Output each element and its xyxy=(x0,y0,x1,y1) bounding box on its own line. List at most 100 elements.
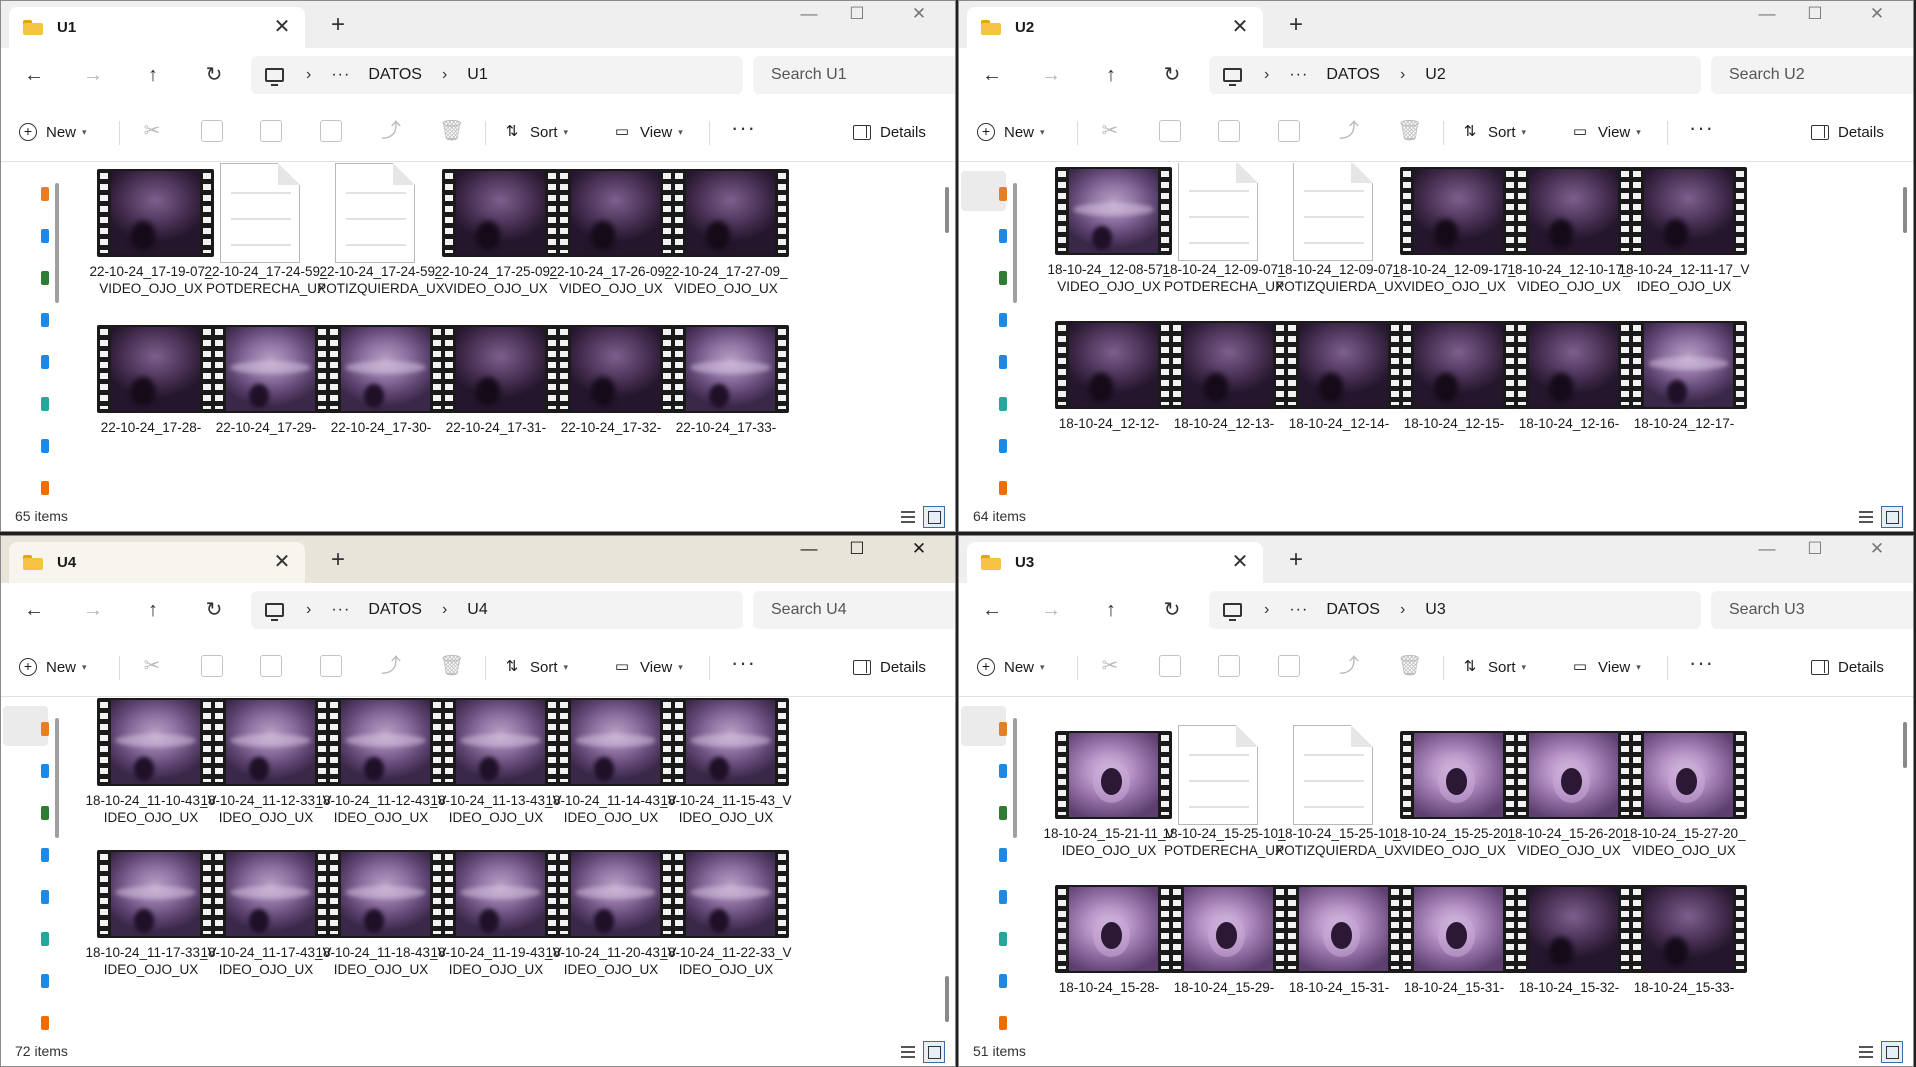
vertical-scrollbar[interactable] xyxy=(1903,187,1907,233)
breadcrumb-current-folder[interactable]: U1 xyxy=(467,66,487,84)
nav-item-icon[interactable] xyxy=(999,313,1007,327)
details-view-icon[interactable] xyxy=(901,1046,915,1058)
view-button[interactable]: ▭ View ▾ xyxy=(1571,653,1641,681)
nav-item-icon[interactable] xyxy=(41,848,49,862)
up-button[interactable]: ↑ xyxy=(137,60,169,90)
nav-item-icon[interactable] xyxy=(41,890,49,904)
new-tab-button[interactable]: + xyxy=(323,11,353,39)
share-button[interactable]: ⤴ xyxy=(380,120,402,142)
close-tab-icon[interactable]: ✕ xyxy=(1229,16,1251,38)
new-button[interactable]: + New ▾ xyxy=(19,118,87,146)
new-tab-button[interactable]: + xyxy=(1281,11,1311,39)
copy-button[interactable] xyxy=(1159,120,1181,142)
address-bar[interactable]: › ··· DATOS › U1 xyxy=(251,56,743,94)
nav-item-icon[interactable] xyxy=(999,397,1007,411)
rename-button[interactable] xyxy=(320,655,342,677)
delete-button[interactable]: 🗑 xyxy=(439,120,464,142)
forward-button[interactable]: → xyxy=(1035,595,1067,625)
maximize-button[interactable]: ☐ xyxy=(1791,536,1839,564)
details-button[interactable]: Details xyxy=(853,118,926,146)
see-more-button[interactable]: ··· xyxy=(731,650,756,676)
see-more-button[interactable]: ··· xyxy=(1689,650,1714,676)
breadcrumb-current-folder[interactable]: U3 xyxy=(1425,601,1445,619)
nav-item-icon[interactable] xyxy=(41,271,49,285)
details-button[interactable]: Details xyxy=(853,653,926,681)
nav-item-icon[interactable] xyxy=(41,187,49,201)
nav-item-icon[interactable] xyxy=(41,806,49,820)
refresh-button[interactable]: ↻ xyxy=(1156,60,1188,90)
nav-item-icon[interactable] xyxy=(999,806,1007,820)
nav-item-icon[interactable] xyxy=(41,1016,49,1030)
back-button[interactable]: ← xyxy=(976,595,1008,625)
nav-pane-scrollbar[interactable] xyxy=(1013,183,1017,303)
nav-pane-scrollbar[interactable] xyxy=(55,183,59,303)
details-button[interactable]: Details xyxy=(1811,118,1884,146)
back-button[interactable]: ← xyxy=(18,60,50,90)
nav-item-icon[interactable] xyxy=(41,229,49,243)
new-tab-button[interactable]: + xyxy=(1281,546,1311,574)
breadcrumb-current-folder[interactable]: U2 xyxy=(1425,66,1445,84)
close-tab-icon[interactable]: ✕ xyxy=(271,16,293,38)
nav-item-icon[interactable] xyxy=(41,397,49,411)
new-button[interactable]: + New ▾ xyxy=(977,118,1045,146)
more-path-button[interactable]: ··· xyxy=(1289,601,1308,619)
maximize-button[interactable]: ☐ xyxy=(1791,1,1839,29)
details-button[interactable]: Details xyxy=(1811,653,1884,681)
cut-button[interactable]: ✂ xyxy=(141,655,163,677)
vertical-scrollbar[interactable] xyxy=(1903,722,1907,768)
copy-button[interactable] xyxy=(201,120,223,142)
close-window-button[interactable]: ✕ xyxy=(1853,536,1901,564)
new-tab-button[interactable]: + xyxy=(323,546,353,574)
share-button[interactable]: ⤴ xyxy=(1338,120,1360,142)
cut-button[interactable]: ✂ xyxy=(1099,120,1121,142)
search-input[interactable]: Search U3 xyxy=(1711,591,1913,629)
maximize-button[interactable]: ☐ xyxy=(833,536,881,564)
view-button[interactable]: ▭ View ▾ xyxy=(1571,118,1641,146)
rename-button[interactable] xyxy=(1278,120,1300,142)
vertical-scrollbar[interactable] xyxy=(945,187,949,233)
more-path-button[interactable]: ··· xyxy=(331,601,350,619)
minimize-button[interactable]: — xyxy=(1743,536,1791,564)
rename-button[interactable] xyxy=(1278,655,1300,677)
sort-button[interactable]: ⇅ Sort ▾ xyxy=(1461,118,1526,146)
paste-button[interactable] xyxy=(260,120,282,142)
share-button[interactable]: ⤴ xyxy=(1338,655,1360,677)
breadcrumb-datos[interactable]: DATOS xyxy=(368,601,422,619)
details-view-icon[interactable] xyxy=(1859,511,1873,523)
view-button[interactable]: ▭ View ▾ xyxy=(613,118,683,146)
refresh-button[interactable]: ↻ xyxy=(198,595,230,625)
nav-item-icon[interactable] xyxy=(999,848,1007,862)
nav-pane-scrollbar[interactable] xyxy=(55,718,59,838)
sort-button[interactable]: ⇅ Sort ▾ xyxy=(503,118,568,146)
address-bar[interactable]: › ··· DATOS › U4 xyxy=(251,591,743,629)
new-button[interactable]: + New ▾ xyxy=(19,653,87,681)
tab-u2[interactable]: U2 ✕ xyxy=(967,7,1263,48)
refresh-button[interactable]: ↻ xyxy=(198,60,230,90)
forward-button[interactable]: → xyxy=(77,595,109,625)
up-button[interactable]: ↑ xyxy=(1095,60,1127,90)
forward-button[interactable]: → xyxy=(1035,60,1067,90)
large-icons-view-icon[interactable] xyxy=(1881,1041,1903,1063)
back-button[interactable]: ← xyxy=(976,60,1008,90)
nav-item-icon[interactable] xyxy=(999,764,1007,778)
paste-button[interactable] xyxy=(260,655,282,677)
breadcrumb-datos[interactable]: DATOS xyxy=(1326,601,1380,619)
nav-item-icon[interactable] xyxy=(999,271,1007,285)
close-window-button[interactable]: ✕ xyxy=(895,1,943,29)
nav-item-icon[interactable] xyxy=(41,932,49,946)
paste-button[interactable] xyxy=(1218,120,1240,142)
nav-item-icon[interactable] xyxy=(41,481,49,495)
nav-item-icon[interactable] xyxy=(999,890,1007,904)
see-more-button[interactable]: ··· xyxy=(731,115,756,141)
nav-item-icon[interactable] xyxy=(41,439,49,453)
more-path-button[interactable]: ··· xyxy=(331,66,350,84)
up-button[interactable]: ↑ xyxy=(137,595,169,625)
nav-item-icon[interactable] xyxy=(999,229,1007,243)
minimize-button[interactable]: — xyxy=(1743,1,1791,29)
address-bar[interactable]: › ··· DATOS › U3 xyxy=(1209,591,1701,629)
minimize-button[interactable]: — xyxy=(785,536,833,564)
delete-button[interactable]: 🗑 xyxy=(1397,655,1422,677)
details-view-icon[interactable] xyxy=(1859,1046,1873,1058)
up-button[interactable]: ↑ xyxy=(1095,595,1127,625)
refresh-button[interactable]: ↻ xyxy=(1156,595,1188,625)
